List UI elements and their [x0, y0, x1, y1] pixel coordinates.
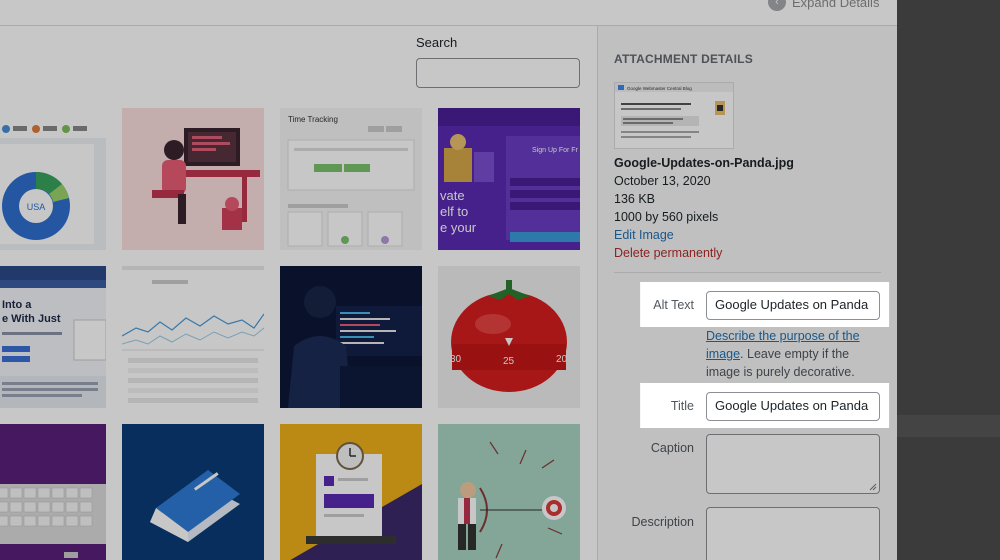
edit-image-link[interactable]: Edit Image	[614, 226, 794, 244]
divider	[614, 272, 881, 273]
file-name: Google-Updates-on-Panda.jpg	[614, 156, 794, 170]
tile-archery-target[interactable]	[438, 424, 580, 560]
timer-label-25: 25	[503, 356, 515, 367]
search-label: Search	[416, 35, 458, 50]
alt-text-label: Alt Text	[653, 298, 694, 312]
attachment-details-sidebar: ATTACHMENT DETAILS Google Webmaster Cent…	[597, 26, 897, 560]
tile-coding-dark[interactable]	[280, 266, 422, 408]
attachment-thumbnail: Google Webmaster Central Blog	[614, 82, 734, 149]
timer-label-20: 20	[556, 354, 568, 365]
svg-text:elf to: elf to	[440, 204, 468, 219]
svg-text:vate: vate	[440, 188, 465, 203]
svg-text:e your: e your	[440, 220, 477, 235]
tile-purple-signup[interactable]: vate elf to e your Sign Up For Fr	[438, 108, 580, 250]
modal-header: ‹ Expand Details	[0, 0, 897, 26]
tile-developer-illustration[interactable]	[122, 108, 264, 250]
search-input[interactable]	[416, 58, 580, 88]
caption-textarea[interactable]	[706, 434, 880, 494]
tile-document-clock[interactable]	[280, 424, 422, 560]
description-textarea[interactable]	[706, 507, 880, 560]
upload-date: October 13, 2020	[614, 174, 711, 188]
alt-text-input[interactable]: Google Updates on Panda	[706, 291, 880, 320]
attachment-details-heading: ATTACHMENT DETAILS	[614, 52, 753, 66]
tile-time-tracking[interactable]: Time Tracking	[280, 108, 422, 250]
expand-details-label: Expand Details	[792, 0, 880, 10]
thumb-blog-title: Google Webmaster Central Blog	[627, 86, 692, 91]
timer-label-30: 30	[450, 354, 462, 365]
tile-keyboard[interactable]	[0, 424, 106, 560]
time-tracking-title: Time Tracking	[288, 115, 338, 124]
file-info: Google-Updates-on-Panda.jpg October 13, …	[614, 154, 794, 262]
svg-text:e With Just: e With Just	[2, 313, 61, 325]
title-input[interactable]: Google Updates on Panda	[706, 392, 880, 421]
delete-permanently-link[interactable]: Delete permanently	[614, 244, 794, 262]
backdrop-strip	[897, 0, 1000, 560]
tile-analytics-chart[interactable]	[122, 266, 264, 408]
tile-donut-chart[interactable]: USA	[0, 108, 106, 250]
file-size: 136 KB	[614, 192, 656, 206]
image-dimensions: 1000 by 560 pixels	[614, 210, 719, 224]
caption-label: Caption	[650, 441, 694, 455]
tile-blue-book[interactable]	[122, 424, 264, 560]
svg-text:Into a: Into a	[2, 299, 32, 311]
alt-text-help: Describe the purpose of the image. Leave…	[706, 327, 874, 381]
chevron-left-icon: ‹	[768, 0, 786, 11]
svg-text:Sign Up For Fr: Sign Up For Fr	[532, 147, 579, 154]
tile-tomato-timer[interactable]: 30 25 20	[438, 266, 580, 408]
tile-webpage-screenshot[interactable]: Into a e With Just	[0, 266, 106, 408]
resize-handle-icon[interactable]	[869, 483, 877, 491]
description-label: Description	[631, 515, 694, 529]
donut-center-label: USA	[27, 202, 46, 212]
media-modal: ‹ Expand Details Search USA Time Trackin…	[0, 0, 897, 560]
expand-details-button[interactable]: ‹ Expand Details	[768, 0, 879, 11]
title-label: Title	[670, 399, 694, 413]
